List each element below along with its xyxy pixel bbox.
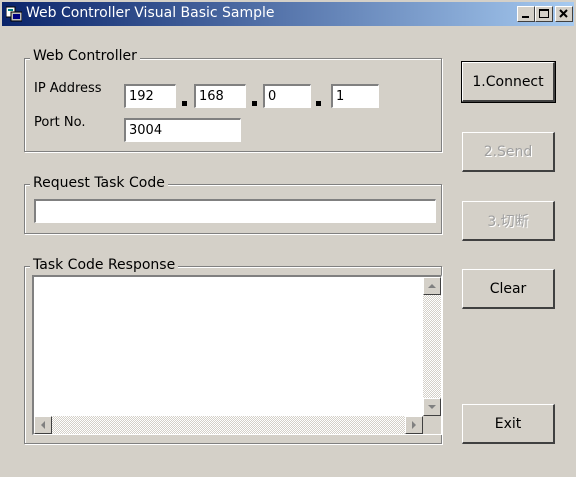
app-icon: [6, 6, 22, 22]
task-code-response-textarea[interactable]: [32, 275, 442, 435]
minimize-button[interactable]: [517, 6, 535, 22]
arrow-down-icon: [428, 405, 436, 409]
ip-octet-3-field[interactable]: [262, 83, 312, 109]
ip-octet-1-field[interactable]: [123, 83, 177, 109]
horizontal-scrollbar[interactable]: [34, 416, 423, 434]
maximize-icon: [539, 9, 549, 18]
vertical-scrollbar[interactable]: [423, 277, 441, 416]
scroll-down-button[interactable]: [423, 398, 441, 416]
web-controller-group-label: Web Controller: [30, 48, 140, 64]
ip-octet-2-field[interactable]: [193, 83, 247, 109]
ip-dot-separator: [316, 101, 321, 106]
task-code-response-group-label: Task Code Response: [30, 257, 179, 273]
ip-dot-separator: [252, 101, 257, 106]
window-title: Web Controller Visual Basic Sample: [26, 5, 275, 21]
request-task-code-group-label: Request Task Code: [30, 175, 168, 191]
port-number-field[interactable]: [123, 117, 242, 143]
ip-octet-4-field[interactable]: [330, 83, 380, 109]
arrow-left-icon: [41, 421, 45, 429]
arrow-right-icon: [412, 421, 416, 429]
request-task-code-field[interactable]: [33, 198, 437, 224]
disconnect-button[interactable]: 3.切断: [462, 201, 555, 241]
scrollbar-corner: [423, 416, 441, 434]
scroll-right-button[interactable]: [405, 416, 423, 434]
exit-button[interactable]: Exit: [462, 404, 555, 444]
close-icon: [559, 9, 568, 18]
minimize-icon: [522, 16, 529, 18]
send-button[interactable]: 2.Send: [462, 132, 555, 172]
close-button[interactable]: [555, 6, 573, 22]
scroll-up-button[interactable]: [423, 277, 441, 295]
ip-dot-separator: [182, 101, 187, 106]
app-window: Web Controller Visual Basic Sample Web C…: [0, 0, 576, 477]
clear-button[interactable]: Clear: [462, 269, 555, 309]
maximize-button[interactable]: [535, 6, 553, 22]
ip-address-label: IP Address: [34, 81, 102, 96]
scroll-left-button[interactable]: [34, 416, 52, 434]
connect-button[interactable]: 1.Connect: [461, 61, 556, 103]
port-number-label: Port No.: [34, 115, 86, 130]
arrow-up-icon: [428, 284, 436, 288]
title-bar[interactable]: Web Controller Visual Basic Sample: [2, 2, 574, 26]
